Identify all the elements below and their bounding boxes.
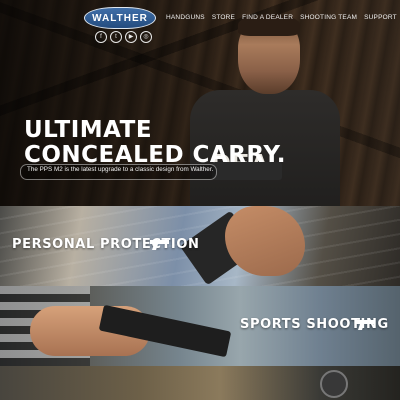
hero-banner[interactable]: DEA WALTHER f t ▶ ◎ HANDGUNS STORE FIND … (0, 0, 400, 206)
youtube-icon[interactable]: ▶ (125, 31, 137, 43)
pistol-icon (150, 240, 169, 250)
bottom-feature-panel[interactable] (0, 366, 400, 400)
twitter-icon[interactable]: t (110, 31, 122, 43)
hero-headline: ULTIMATE CONCEALED CARRY. (24, 118, 286, 168)
nav-item-shooting-team[interactable]: SHOOTING TEAM (300, 14, 357, 21)
pistol-icon (356, 320, 375, 330)
nav-item-support[interactable]: SUPPORT (364, 14, 397, 21)
sports-shooting-panel[interactable]: SPORTS SHOOTING (0, 286, 400, 366)
wristwatch-image (320, 370, 348, 398)
nav-item-handguns[interactable]: HANDGUNS (166, 14, 205, 21)
personal-protection-label: PERSONAL PROTECTION (12, 237, 200, 252)
hero-tagline: The PPS M2 is the latest upgrade to a cl… (27, 166, 214, 173)
social-links: f t ▶ ◎ (95, 31, 152, 43)
walther-logo[interactable]: WALTHER (84, 7, 156, 29)
facebook-icon[interactable]: f (95, 31, 107, 43)
personal-protection-panel[interactable]: PERSONAL PROTECTION (0, 206, 400, 286)
hero-headline-line1: ULTIMATE (24, 117, 153, 143)
main-nav: HANDGUNS STORE FIND A DEALER SHOOTING TE… (166, 14, 397, 21)
instagram-icon[interactable]: ◎ (140, 31, 152, 43)
panel-hand-image (225, 206, 305, 276)
logo-text: WALTHER (92, 12, 148, 24)
nav-item-find-a-dealer[interactable]: FIND A DEALER (242, 14, 293, 21)
nav-item-store[interactable]: STORE (212, 14, 235, 21)
